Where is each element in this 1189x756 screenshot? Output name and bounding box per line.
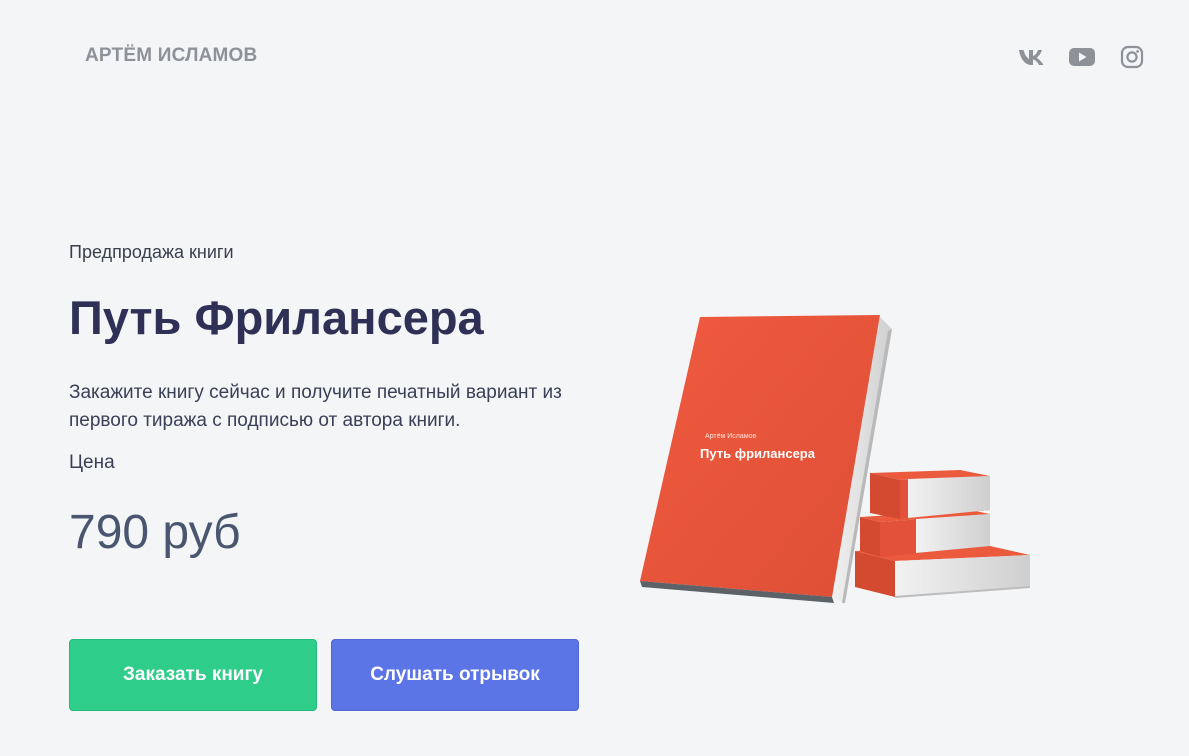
book-cover-title: Путь фрилансера: [700, 446, 816, 461]
social-links: [1017, 43, 1147, 71]
price-label: Цена: [69, 452, 115, 473]
book-illustration: Артём Исламов Путь фрилансера: [630, 305, 1040, 615]
vk-icon[interactable]: [1017, 43, 1047, 71]
hero-section: Предпродажа книги Путь Фрилансера Закажи…: [69, 240, 629, 559]
order-book-button[interactable]: Заказать книгу: [69, 639, 317, 711]
book-cover-author: Артём Исламов: [705, 433, 756, 440]
price-value: 790 руб: [69, 506, 241, 559]
page-title: Путь Фрилансера: [69, 291, 484, 344]
instagram-icon[interactable]: [1117, 43, 1147, 71]
youtube-icon[interactable]: [1067, 43, 1097, 71]
header: АРТЁМ ИСЛАМОВ: [0, 0, 1189, 112]
listen-excerpt-button[interactable]: Слушать отрывок: [331, 639, 579, 711]
presale-label: Предпродажа книги: [69, 242, 234, 262]
hero-description: Закажите книгу сейчас и получите печатны…: [69, 382, 562, 431]
stacked-book-top: [870, 470, 990, 519]
site-logo[interactable]: АРТЁМ ИСЛАМОВ: [85, 45, 257, 67]
cta-buttons: Заказать книгу Слушать отрывок: [69, 639, 579, 711]
